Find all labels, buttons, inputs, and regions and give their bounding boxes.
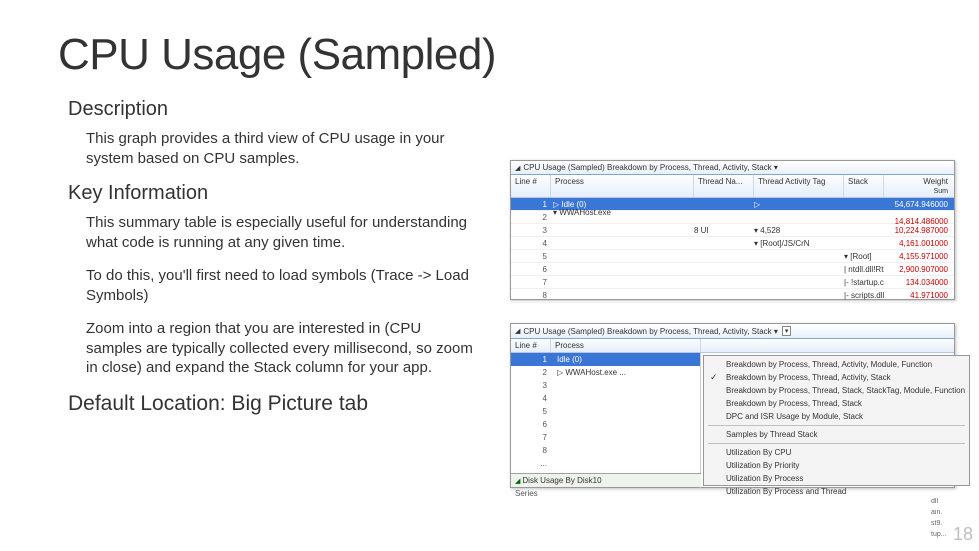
preset-context-menu[interactable]: Breakdown by Process, Thread, Activity, … (703, 355, 970, 486)
cell-weight: 4,155.971000 (884, 252, 954, 261)
col-header-process-2[interactable]: Process (551, 339, 701, 352)
menu-item[interactable]: Breakdown by Process, Thread, Stack, Sta… (704, 384, 969, 397)
col-header-line[interactable]: Line # (511, 175, 551, 197)
table-row[interactable]: 4 (511, 392, 700, 405)
content-column: Description This graph provides a third … (58, 98, 478, 416)
cell-line: 7 (511, 278, 551, 287)
table-row[interactable]: 8 (511, 444, 700, 457)
col-header-line-2[interactable]: Line # (511, 339, 551, 352)
bottom-graph-tab[interactable]: ◢ Disk Usage By Disk10 (511, 473, 701, 487)
keyinfo-p3: Zoom into a region that you are interest… (86, 319, 478, 378)
table-row[interactable]: 7 |- !startup.cpp:51134.034000 (511, 276, 954, 289)
collapse-icon: ◢ (515, 327, 520, 335)
table-row[interactable]: 3 (511, 379, 700, 392)
cell-stack: |- scripts.dll !... (844, 291, 884, 300)
screenshot-table-view: ◢ CPU Usage (Sampled) Breakdown by Proce… (510, 160, 955, 300)
table-row[interactable]: 4 ▾ [Root]/JS/CrN 4,161.001000 (511, 237, 954, 250)
table-row[interactable]: 8 |- scripts.dll !...41.971000 (511, 289, 954, 302)
screenshot-preset-menu: ◢ CPU Usage (Sampled) Breakdown by Proce… (510, 323, 955, 488)
menu-separator (708, 443, 965, 444)
section-heading-description: Description (68, 98, 478, 121)
cell-weight: 41.971000 (884, 291, 954, 300)
col-header-process[interactable]: Process (551, 175, 694, 197)
cell-activity: ▾ 4,528 (754, 226, 844, 235)
col-header-weight-text: Weight (923, 177, 948, 186)
table-row[interactable]: 2▷ WWAHost.exe ... (511, 366, 700, 379)
cell-line: 5 (511, 252, 551, 261)
col-header-stack[interactable]: Stack (844, 175, 884, 197)
cell-line: 1 (511, 200, 551, 209)
cell-line: 3 (511, 226, 551, 235)
menu-separator (708, 425, 965, 426)
menu-item[interactable]: Utilization By CPU (704, 446, 969, 459)
table-row[interactable]: 2▾ WWAHost.exe 14,814.486000 (511, 211, 954, 224)
menu-item[interactable]: DPC and ISR Usage by Module, Stack (704, 410, 969, 423)
cell-weight: 2,900.907000 (884, 265, 954, 274)
cell-activity: ▾ [Root]/JS/CrN (754, 239, 844, 248)
right-text-fragments: dllain.st9.tup... (931, 498, 949, 542)
cell-process: Idle (0) (551, 355, 700, 364)
series-label: Series (511, 487, 542, 500)
table-row[interactable]: 1Idle (0) (511, 353, 700, 366)
slide-title: CPU Usage (Sampled) (58, 30, 979, 80)
cell-process: ▷ WWAHost.exe ... (551, 368, 700, 377)
cell-line: 1 (511, 355, 551, 364)
table-row[interactable]: 5 (511, 405, 700, 418)
menu-item[interactable]: Utilization By Process and Thread (704, 485, 969, 498)
table-row[interactable]: 6 | ntdll.dll!RtlUserThreadS...2,900.9070… (511, 263, 954, 276)
cell-line: 8 (511, 291, 551, 300)
menu-item[interactable]: Samples by Thread Stack (704, 428, 969, 441)
col-header-weight[interactable]: Weight Sum (884, 175, 954, 197)
description-body: This graph provides a third view of CPU … (86, 129, 478, 168)
cell-threadname: 8 UI (694, 226, 754, 235)
menu-item[interactable]: Breakdown by Process, Thread, Activity, … (704, 358, 969, 371)
cell-line: ... (511, 459, 551, 468)
cell-line: 6 (511, 265, 551, 274)
menu-item[interactable]: Breakdown by Process, Thread, Activity, … (704, 371, 969, 384)
bottom-tab-label: Disk Usage By Disk10 (522, 476, 601, 485)
table-row[interactable]: ... (511, 457, 700, 470)
cell-line: 5 (511, 407, 551, 416)
menu-item[interactable]: Utilization By Process (704, 472, 969, 485)
cell-line: 2 (511, 368, 551, 377)
cell-line: 6 (511, 420, 551, 429)
cell-line: 4 (511, 239, 551, 248)
table-row[interactable]: 7 (511, 431, 700, 444)
section-heading-keyinfo: Key Information (68, 182, 478, 205)
cell-line: 8 (511, 446, 551, 455)
collapse-icon: ◢ (515, 164, 520, 172)
graph-title-text-2: CPU Usage (Sampled) Breakdown by Process… (523, 327, 778, 336)
collapse-icon: ◢ (515, 477, 520, 485)
cell-line: 7 (511, 433, 551, 442)
keyinfo-p1: This summary table is especially useful … (86, 213, 478, 252)
default-location: Default Location: Big Picture tab (68, 392, 478, 416)
table-row[interactable]: 6 (511, 418, 700, 431)
col-header-threadname[interactable]: Thread Na... (694, 175, 754, 197)
col-header-activitytag[interactable]: Thread Activity Tag (754, 175, 844, 197)
cell-stack: | ntdll.dll!RtlUserThreadS... (844, 265, 884, 274)
cell-process: ▾ WWAHost.exe 14,814.486000 (551, 208, 954, 226)
menu-item[interactable]: Breakdown by Process, Thread, Stack (704, 397, 969, 410)
menu-item[interactable]: Utilization By Priority (704, 459, 969, 472)
cell-line: 3 (511, 381, 551, 390)
cell-stack: ▾ [Root] (844, 252, 884, 261)
table-header-row-2: Line # Process (511, 339, 954, 353)
cell-stack: |- !startup.cpp:51 (844, 278, 884, 287)
table-rows-2: 1Idle (0)2▷ WWAHost.exe ...345678... (511, 353, 701, 488)
cell-weight: 134.034000 (884, 278, 954, 287)
col-header-sum-text: Sum (934, 188, 948, 195)
cell-line: 4 (511, 394, 551, 403)
cell-line: 2 (511, 213, 551, 222)
preset-dropdown-icon[interactable]: ▾ (782, 326, 792, 336)
keyinfo-p2: To do this, you'll first need to load sy… (86, 266, 478, 305)
cell-weight: 10,224.987000 (884, 226, 954, 235)
cell-weight: 4,161.001000 (884, 239, 954, 248)
table-header-row: Line # Process Thread Na... Thread Activ… (511, 175, 954, 198)
graph-title-bar-2: ◢ CPU Usage (Sampled) Breakdown by Proce… (511, 324, 954, 339)
graph-title-bar: ◢ CPU Usage (Sampled) Breakdown by Proce… (511, 161, 954, 175)
page-number: 18 (953, 524, 973, 545)
table-row[interactable]: 5 ▾ [Root]4,155.971000 (511, 250, 954, 263)
graph-title-text: CPU Usage (Sampled) Breakdown by Process… (523, 163, 778, 172)
